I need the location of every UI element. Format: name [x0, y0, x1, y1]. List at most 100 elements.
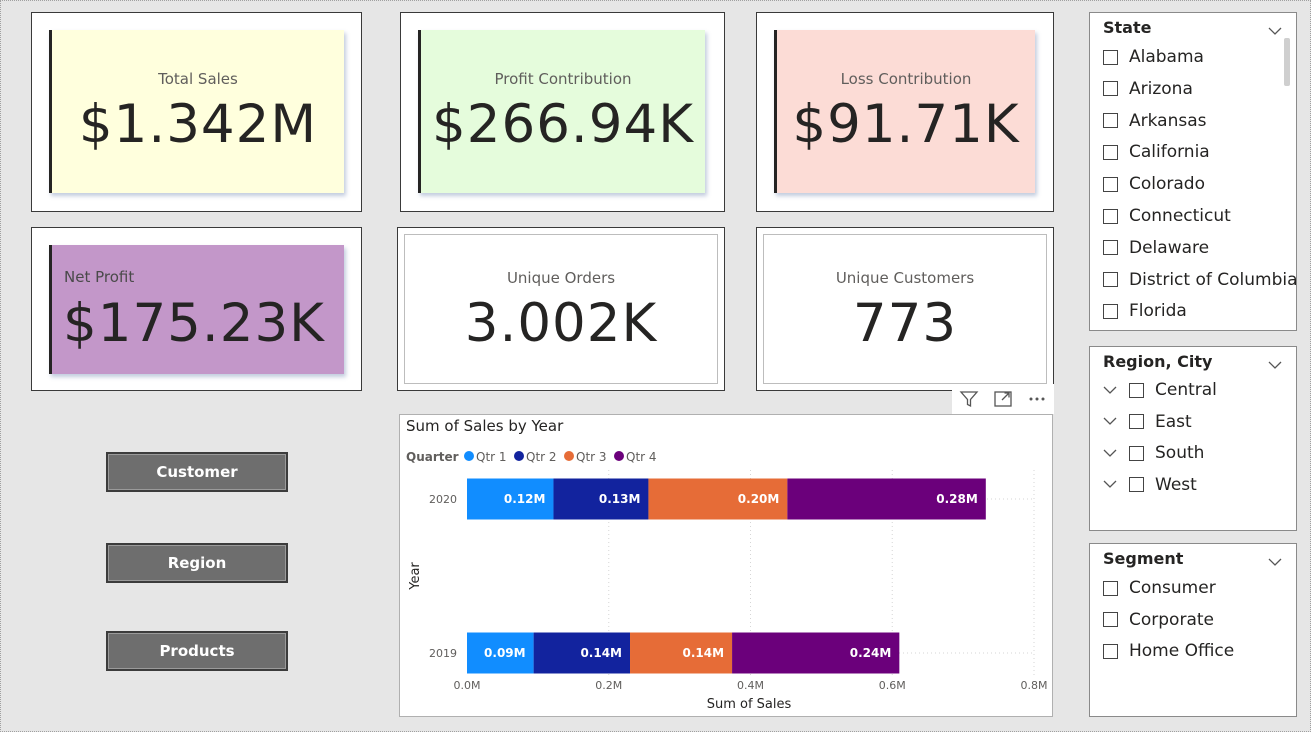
y-axis-title: Year — [408, 562, 423, 591]
slicer-item[interactable]: California — [1103, 141, 1210, 163]
legend-marker — [464, 451, 474, 461]
slicer-item[interactable]: Florida — [1103, 300, 1187, 322]
sales-by-year-chart-svg: Sum of Sales by Year Quarter Qtr 1 Qtr 2 Q… — [406, 417, 1048, 712]
net-profit-tile: Net Profit $175.23K — [31, 227, 362, 391]
slicer-item[interactable]: Arkansas — [1103, 110, 1207, 132]
unique-customers-tile: Unique Customers 773 — [756, 227, 1054, 391]
checkbox[interactable] — [1103, 113, 1118, 129]
data-label: 0.28M — [936, 492, 978, 506]
checkbox[interactable] — [1103, 272, 1118, 288]
state-slicer-scrollbar[interactable] — [1284, 38, 1290, 86]
loss-contribution-value: $91.71K — [792, 94, 1020, 155]
slicer-item[interactable]: South — [1103, 442, 1204, 464]
x-tick-label: 0.8M — [1021, 679, 1048, 692]
profit-contribution-tile: Profit Contribution $266.94K — [400, 12, 725, 212]
legend-title: Quarter — [406, 450, 459, 464]
checkbox[interactable] — [1103, 176, 1118, 192]
data-label: 0.12M — [504, 492, 546, 506]
sales-by-year-chart[interactable]: Sum of Sales by Year Quarter Qtr 1 Qtr 2 Q… — [399, 414, 1053, 717]
checkbox[interactable] — [1103, 643, 1118, 659]
chevron-down-icon[interactable] — [1268, 355, 1282, 374]
chart-title: Sum of Sales by Year — [406, 417, 564, 435]
net-profit-label: Net Profit — [64, 268, 135, 286]
slicer-item-label: Delaware — [1129, 237, 1210, 258]
chevron-down-icon[interactable] — [1103, 417, 1117, 426]
profit-contribution-value: $266.94K — [432, 94, 694, 155]
region-button[interactable]: Region — [106, 543, 288, 583]
unique-orders-value: 3.002K — [464, 293, 658, 354]
slicer-item-label: East — [1155, 411, 1192, 432]
slicer-item[interactable]: Connecticut — [1103, 205, 1231, 227]
slicer-item[interactable]: Delaware — [1103, 237, 1209, 259]
legend-label[interactable]: Qtr 3 — [576, 450, 607, 464]
chevron-down-icon[interactable] — [1103, 386, 1117, 395]
slicer-item[interactable]: Colorado — [1103, 173, 1205, 195]
checkbox[interactable] — [1103, 240, 1118, 256]
slicer-item-label: West — [1155, 474, 1197, 495]
state-slicer: State Alabama Arizona Arkansas California Co… — [1089, 12, 1298, 331]
unique-customers-label: Unique Customers — [835, 269, 975, 287]
unique-customers-card: Unique Customers 773 — [763, 234, 1047, 384]
slicer-item[interactable]: Corporate — [1103, 609, 1214, 631]
checkbox[interactable] — [1103, 612, 1118, 627]
region-city-slicer-title: Region, City — [1103, 352, 1213, 371]
slicer-item-label: Florida — [1129, 301, 1187, 322]
data-label: 0.20M — [738, 492, 780, 506]
slicer-item-label: Home Office — [1129, 641, 1235, 661]
region-city-slicer: Region, City Central East South West — [1089, 346, 1297, 531]
slicer-item-label: Consumer — [1129, 578, 1216, 598]
customer-button[interactable]: Customer — [106, 452, 288, 492]
slicer-item[interactable]: Alabama — [1103, 46, 1204, 68]
slicer-item-label: Corporate — [1129, 609, 1214, 630]
checkbox[interactable] — [1103, 303, 1118, 319]
data-label: 0.13M — [599, 492, 641, 506]
x-tick-label: 0.6M — [879, 679, 906, 692]
loss-contribution-card: Loss Contribution $91.71K — [774, 30, 1035, 193]
checkbox[interactable] — [1129, 414, 1144, 430]
loss-contribution-tile: Loss Contribution $91.71K — [756, 12, 1054, 212]
legend-marker — [514, 451, 524, 461]
total-sales-value: $1.342M — [78, 94, 318, 155]
total-sales-card: Total Sales $1.342M — [49, 30, 344, 193]
chevron-down-icon[interactable] — [1268, 552, 1282, 571]
legend-label[interactable]: Qtr 2 — [526, 450, 557, 464]
unique-orders-card: Unique Orders 3.002K — [404, 234, 718, 384]
total-sales-label: Total Sales — [158, 70, 238, 88]
more-options-icon[interactable] — [1024, 386, 1050, 412]
legend-label[interactable]: Qtr 4 — [626, 450, 657, 464]
slicer-item-label: Alabama — [1129, 47, 1204, 67]
slicer-item[interactable]: Consumer — [1103, 577, 1216, 599]
slicer-item[interactable]: West — [1103, 474, 1197, 496]
slicer-item-label: Colorado — [1129, 174, 1205, 195]
net-profit-value: $175.23K — [63, 293, 325, 354]
focus-mode-icon[interactable] — [990, 386, 1016, 412]
chevron-down-icon[interactable] — [1103, 449, 1117, 458]
profit-contribution-label: Profit Contribution — [494, 70, 632, 88]
slicer-item[interactable]: Arizona — [1103, 78, 1193, 100]
slicer-item[interactable]: East — [1103, 411, 1192, 433]
checkbox[interactable] — [1103, 144, 1118, 160]
checkbox[interactable] — [1129, 477, 1144, 493]
checkbox[interactable] — [1129, 445, 1144, 461]
chevron-down-icon[interactable] — [1268, 21, 1282, 40]
checkbox[interactable] — [1103, 81, 1118, 97]
slicer-item[interactable]: Home Office — [1103, 640, 1234, 662]
unique-customers-value: 773 — [852, 293, 958, 354]
slicer-item[interactable]: District of Columbia — [1103, 269, 1298, 291]
x-tick-label: 0.2M — [595, 679, 622, 692]
legend-marker — [564, 451, 574, 461]
x-tick-label: 0.0M — [454, 679, 481, 692]
legend-label[interactable]: Qtr 1 — [476, 450, 507, 464]
products-button[interactable]: Products — [106, 631, 288, 671]
data-label: 0.14M — [580, 646, 622, 660]
checkbox[interactable] — [1103, 208, 1118, 224]
checkbox[interactable] — [1103, 49, 1118, 65]
slicer-item[interactable]: Central — [1103, 379, 1217, 401]
slicer-item-label: Arizona — [1129, 78, 1193, 99]
legend-marker — [614, 451, 624, 461]
checkbox[interactable] — [1103, 580, 1118, 596]
checkbox[interactable] — [1129, 382, 1144, 398]
chevron-down-icon[interactable] — [1103, 480, 1117, 489]
filter-icon[interactable] — [956, 386, 982, 412]
state-slicer-title: State — [1103, 18, 1152, 37]
